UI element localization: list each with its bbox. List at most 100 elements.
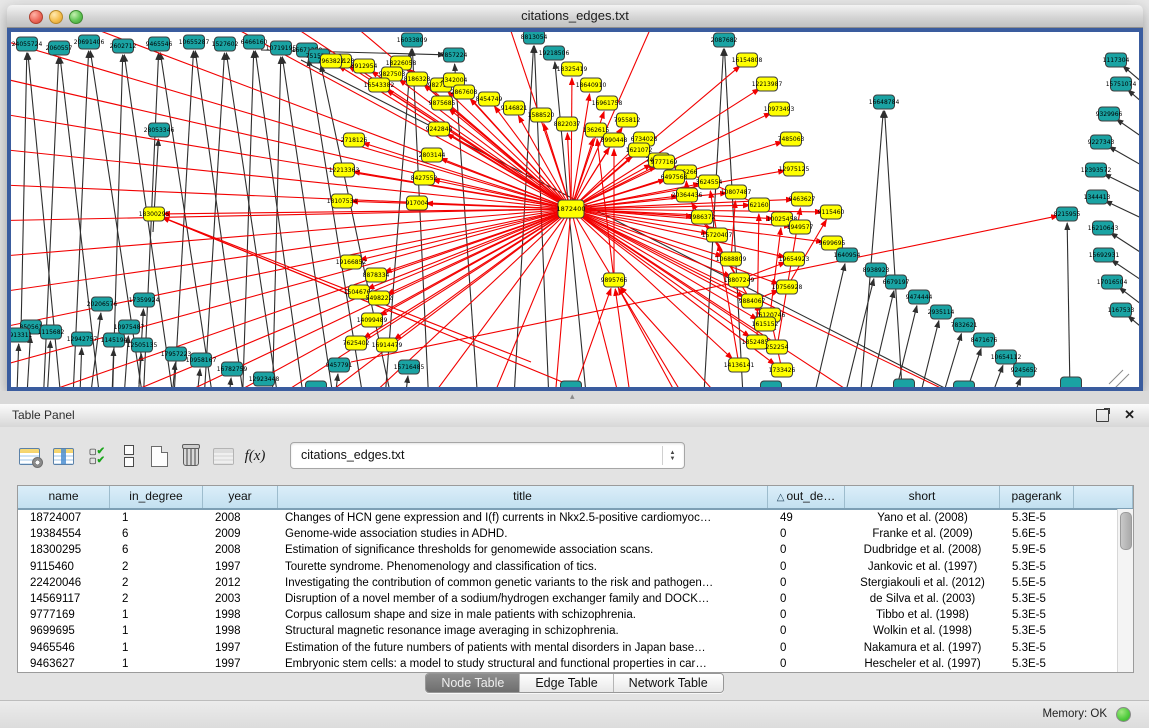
- graph-node-label: 3913311: [11, 332, 33, 339]
- select-column-button[interactable]: [50, 443, 76, 469]
- graph-node-label: 62160: [749, 202, 768, 209]
- table-row[interactable]: 911546021997Tourette syndrome. Phenomeno…: [18, 559, 1118, 575]
- network-canvas[interactable]: 1872400966012889129541822605898275031654…: [7, 28, 1143, 391]
- graph-node-label: 7963822: [318, 58, 345, 65]
- graph-node-label: 2867608: [451, 89, 478, 96]
- table-cell: 2003: [203, 591, 278, 607]
- table-row[interactable]: 2242004622012Investigating the contribut…: [18, 575, 1118, 591]
- column-header-out_de[interactable]: △out_de…: [768, 486, 845, 508]
- graph-node[interactable]: [894, 379, 915, 388]
- tab-node-table[interactable]: Node Table: [426, 674, 520, 692]
- scrollbar-thumb[interactable]: [1120, 512, 1132, 550]
- panel-title: Table Panel: [12, 408, 75, 422]
- window-titlebar[interactable]: citations_edges.txt: [7, 5, 1143, 28]
- graph-edge: [380, 209, 571, 316]
- graph-edge: [21, 53, 27, 332]
- graph-node-label: 10688809: [716, 256, 747, 263]
- status-bar: Memory: OK: [0, 700, 1149, 728]
- graph-node-label: 8878334: [363, 272, 390, 279]
- graph-node-label: 16914479: [372, 342, 403, 349]
- table-cell: Changes of HCN gene expression and I(f) …: [278, 510, 768, 526]
- panel-divider[interactable]: ▴: [0, 391, 1149, 404]
- graph-node-label: 2803144: [419, 152, 446, 159]
- table-cell: 0: [768, 559, 845, 575]
- delete-column-button[interactable]: [178, 443, 204, 469]
- graph-node-label: 2342004: [441, 77, 468, 84]
- graph-node-label: 17016504: [1097, 279, 1128, 286]
- table-settings-button[interactable]: [16, 443, 42, 469]
- show-columns-button[interactable]: ▢✔▢✔: [84, 443, 110, 469]
- graph-node-label: 18640910: [576, 82, 607, 89]
- graph-edge: [26, 336, 30, 388]
- application: citations_edges.txt 18724009660128891295…: [0, 0, 1149, 727]
- divider-grip-icon[interactable]: ▴: [570, 391, 575, 402]
- table-row[interactable]: 977716911998Corpus callosum shape and si…: [18, 607, 1118, 623]
- graph-node-label: 1167533: [1108, 307, 1135, 314]
- table-row[interactable]: 1830029562008Estimation of significance …: [18, 542, 1118, 558]
- table-cell: 1998: [203, 623, 278, 639]
- graph-edge: [282, 57, 341, 388]
- new-column-button[interactable]: [146, 443, 172, 469]
- graph-node-label: 18107534: [327, 198, 358, 205]
- table-cell: 9465546: [18, 640, 110, 656]
- table-cell: 0: [768, 575, 845, 591]
- table-selector-dropdown[interactable]: citations_edges.txt ▲▼: [290, 442, 685, 469]
- graph-node-label: 9474444: [906, 294, 933, 301]
- graph-node-label: 15692931: [1089, 252, 1120, 259]
- graph-edge: [162, 217, 441, 332]
- row-mode-button[interactable]: [116, 443, 142, 469]
- column-header-label: name: [48, 489, 78, 503]
- graph-node-label: 9827503: [379, 71, 406, 78]
- table-row[interactable]: 1456911722003Disruption of a novel membe…: [18, 591, 1118, 607]
- table-selector-value: citations_edges.txt: [301, 448, 405, 462]
- graph-node[interactable]: [1061, 377, 1082, 388]
- graph-node-label: 2087682: [711, 37, 738, 44]
- graph-node[interactable]: [761, 381, 782, 388]
- column-header-pagerank[interactable]: pagerank: [1000, 486, 1074, 508]
- table-row[interactable]: 946362711997Embryonic stem cells: a mode…: [18, 656, 1118, 672]
- graph-node-label: 9875685: [429, 100, 456, 107]
- vertical-scrollbar[interactable]: [1117, 509, 1133, 672]
- graph-node-label: 20364436: [672, 192, 703, 199]
- graph-node[interactable]: [306, 381, 327, 388]
- tab-edge-table[interactable]: Edge Table: [520, 674, 613, 692]
- graph-node-label: 12505135: [127, 342, 158, 349]
- graph-node-label: 252254: [766, 344, 789, 351]
- graph-node-label: 9457791: [326, 362, 353, 369]
- table-cell: Estimation of significance thresholds fo…: [278, 542, 768, 558]
- graph-node[interactable]: [954, 381, 975, 388]
- function-builder-button[interactable]: f(x): [242, 443, 268, 469]
- graph-edge: [171, 51, 193, 388]
- graph-node-label: 12213987: [752, 81, 783, 88]
- table-cell: 2008: [203, 510, 278, 526]
- graph-node-label: 12213363: [329, 167, 360, 174]
- column-header-name[interactable]: name: [18, 486, 110, 508]
- float-panel-icon[interactable]: [1096, 409, 1109, 422]
- column-header-title[interactable]: title: [278, 486, 768, 508]
- graph-edge: [16, 344, 19, 388]
- graph-node-label: 1115682: [38, 329, 65, 336]
- column-header-year[interactable]: year: [203, 486, 278, 508]
- close-panel-icon[interactable]: ✕: [1124, 407, 1135, 423]
- table-row[interactable]: 1872400712008Changes of HCN gene express…: [18, 510, 1118, 526]
- table-cell: Yano et al. (2008): [845, 510, 1000, 526]
- graph-node-label: 7857224: [441, 52, 468, 59]
- graph-node[interactable]: [561, 381, 582, 388]
- graph-node-label: 7832621: [951, 322, 978, 329]
- graph-node-label: 18226058: [386, 60, 417, 67]
- graph-node-label: 16961758: [592, 100, 623, 107]
- graph-node-label: 2718126: [341, 137, 368, 144]
- column-header-short[interactable]: short: [845, 486, 1000, 508]
- table-row[interactable]: 946554611997Estimation of the future num…: [18, 640, 1118, 656]
- column-header-label: out_de…: [787, 489, 836, 503]
- import-table-button-disabled: [210, 443, 236, 469]
- column-header-in_degree[interactable]: in_degree: [110, 486, 203, 508]
- tab-network-table[interactable]: Network Table: [614, 674, 723, 692]
- table-cell: 2: [110, 591, 203, 607]
- table-row[interactable]: 969969511998Structural magnetic resonanc…: [18, 623, 1118, 639]
- graph-node-label: 8427552: [411, 175, 438, 182]
- table-cell: de Silva et al. (2003): [845, 591, 1000, 607]
- graph-node-label: 16033809: [397, 37, 428, 44]
- graph-edge: [1109, 146, 1139, 182]
- table-row[interactable]: 1938455462009Genome-wide association stu…: [18, 526, 1118, 542]
